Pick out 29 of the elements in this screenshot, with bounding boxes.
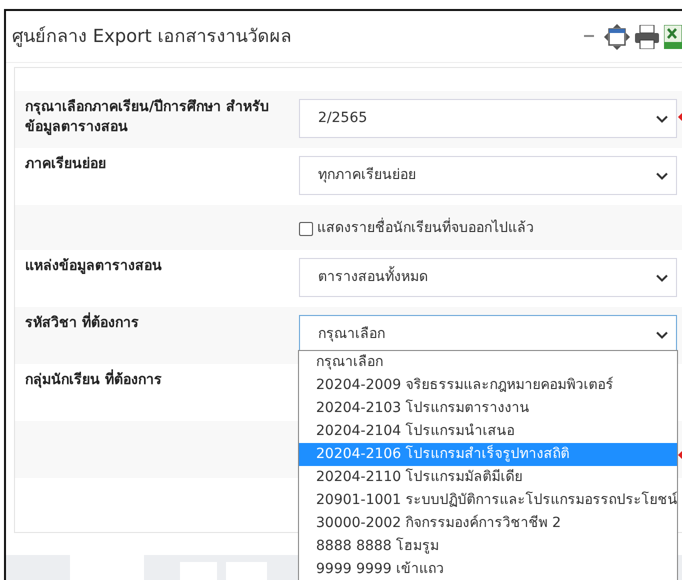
dropdown-option[interactable]: 20204-2104 โปรแกรมนำเสนอ — [299, 420, 677, 443]
chevron-down-icon — [656, 330, 668, 338]
chevron-down-icon — [656, 114, 668, 122]
dropdown-option[interactable]: 30000-2002 กิจกรรมองค์การวิชาชีพ 2 — [299, 512, 677, 535]
field-label: แหล่งข้อมูลตารางสอน — [25, 257, 163, 276]
select-field[interactable]: ทุกภาคเรียนย่อย — [299, 156, 677, 195]
field-label: กลุ่มนักเรียน ที่ต้องการ — [25, 370, 291, 390]
dropdown-option[interactable]: 20204-2110 โปรแกรมมัลติมีเดีย — [299, 466, 677, 489]
arrow-icon — [678, 450, 682, 458]
dropdown-option[interactable]: 8888 8888 โฮมรูม — [299, 535, 677, 558]
field-label: ภาคเรียนย่อย — [25, 154, 107, 174]
field-label: กรุณาเลือกภาคเรียน/ปีการศึกษา สำหรับข้อมูลตารางสอน — [25, 98, 270, 137]
expand-icon[interactable] — [604, 24, 630, 50]
printer-icon[interactable] — [634, 24, 660, 48]
window-title: ศูนย์กลาง Export เอกสารงานวัดผล — [12, 25, 292, 49]
checkbox[interactable] — [299, 222, 313, 236]
dropdown-option[interactable]: 20204-2009 จริยธรรมและกฎหมายคอมพิวเตอร์ — [299, 374, 677, 397]
dropdown-option[interactable]: 20204-2103 โปรแกรมตารางงาน — [299, 397, 677, 420]
select-field[interactable]: ตารางสอนทั้งหมด — [299, 258, 677, 297]
minimize-icon[interactable] — [584, 35, 594, 38]
dropdown-option[interactable]: กรุณาเลือก — [299, 351, 677, 374]
field-label: รหัสวิชา ที่ต้องการ — [25, 313, 291, 333]
chevron-down-icon — [656, 274, 668, 282]
checkbox-label: แสดงรายชื่อนักเรียนที่จบออกไปแล้ว — [317, 218, 534, 239]
spreadsheet-icon[interactable] — [664, 24, 682, 48]
dropdown-option[interactable]: 20901-1001 ระบบปฏิบัติการและโปรแกรมอรรถประโยชน์ — [299, 489, 677, 512]
select-field[interactable]: 2/2565 — [299, 99, 677, 138]
chevron-down-icon — [656, 172, 668, 180]
dropdown-option[interactable]: 9999 9999 เข้าแถว — [299, 558, 677, 580]
